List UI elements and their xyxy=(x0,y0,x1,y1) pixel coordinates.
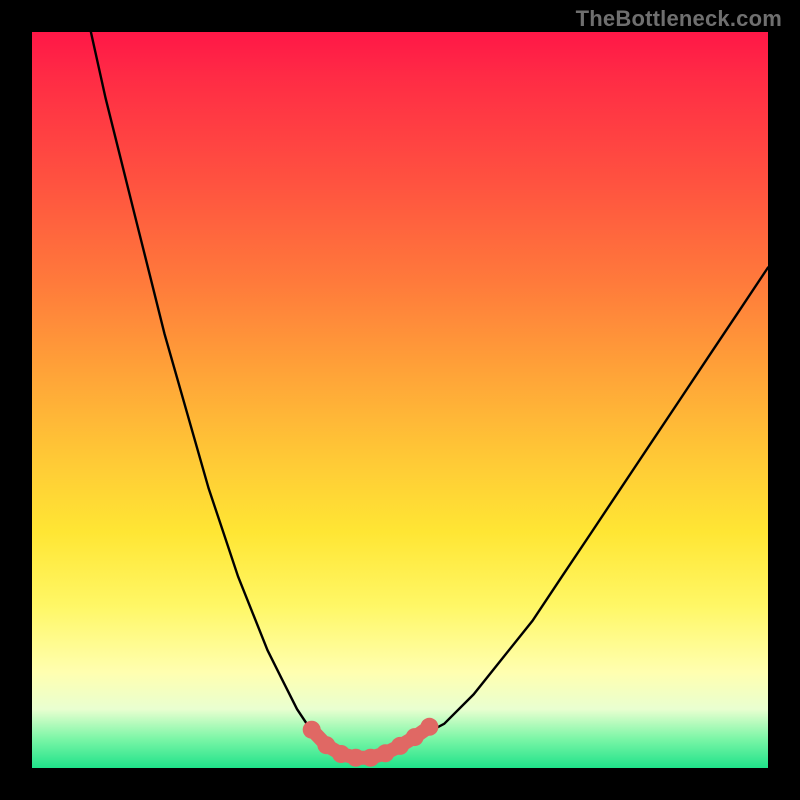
chart-frame: TheBottleneck.com xyxy=(0,0,800,800)
valley-dot xyxy=(303,721,321,739)
bottleneck-curve xyxy=(91,32,768,759)
valley-highlight-dots xyxy=(303,718,439,767)
curve-layer xyxy=(32,32,768,768)
watermark-text: TheBottleneck.com xyxy=(576,6,782,32)
valley-dot xyxy=(420,718,438,736)
valley-dot xyxy=(406,728,424,746)
plot-area xyxy=(32,32,768,768)
